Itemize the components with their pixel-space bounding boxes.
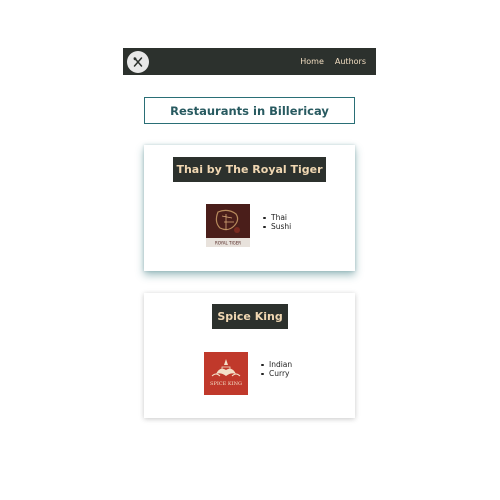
navbar: Home Authors bbox=[123, 48, 376, 75]
cuisine-tag: Sushi bbox=[263, 222, 291, 231]
restaurant-card[interactable]: Spice King SPICE KING Indian Curry bbox=[144, 293, 355, 418]
logo[interactable] bbox=[127, 50, 149, 73]
page-title-box: Restaurants in Billericay bbox=[144, 97, 355, 124]
restaurant-card[interactable]: Thai by The Royal Tiger ROYAL TIGER Thai… bbox=[144, 145, 355, 271]
logo-text: SPICE KING bbox=[210, 381, 242, 387]
cuisine-tag: Curry bbox=[261, 369, 292, 378]
nav-link-authors[interactable]: Authors bbox=[335, 57, 366, 66]
logo-text: ROYAL TIGER bbox=[215, 241, 241, 246]
nav-links: Home Authors bbox=[300, 57, 366, 66]
fork-knife-icon bbox=[133, 56, 143, 67]
restaurant-name[interactable]: Spice King bbox=[212, 304, 288, 329]
restaurant-logo-image: SPICE KING bbox=[204, 352, 248, 395]
restaurant-logo-image: ROYAL TIGER bbox=[206, 204, 250, 247]
cuisine-tag: Thai bbox=[263, 213, 291, 222]
restaurant-name[interactable]: Thai by The Royal Tiger bbox=[173, 157, 326, 182]
cuisine-tag: Indian bbox=[261, 360, 292, 369]
cuisine-tags: Indian Curry bbox=[261, 360, 292, 378]
nav-link-home[interactable]: Home bbox=[300, 57, 324, 66]
page-title: Restaurants in Billericay bbox=[170, 103, 329, 118]
cuisine-tags: Thai Sushi bbox=[263, 213, 291, 231]
